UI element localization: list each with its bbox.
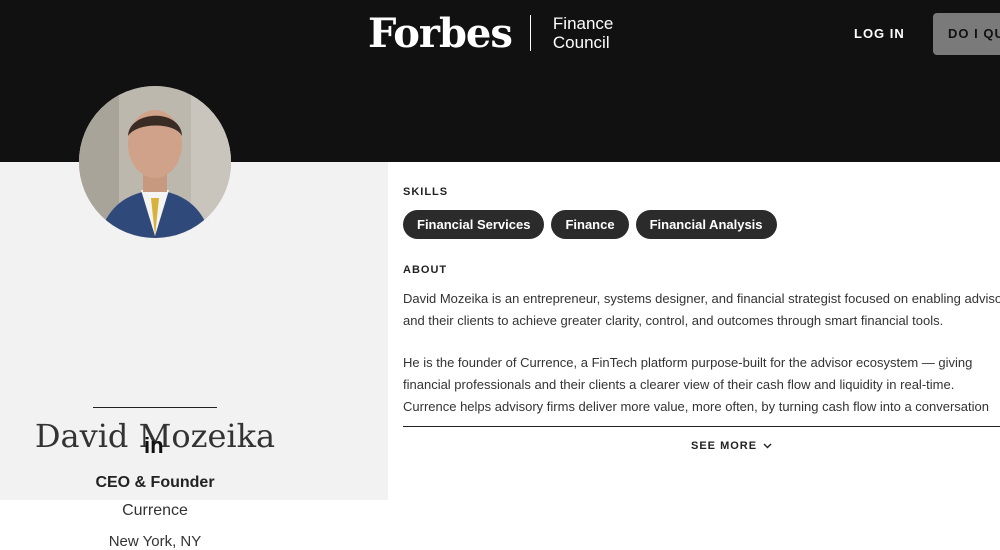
sidebar-divider: [93, 407, 217, 408]
council-line-1: Finance: [552, 14, 614, 33]
skill-pill-financial-services[interactable]: Financial Services: [403, 210, 545, 239]
see-more-label: SEE MORE: [691, 440, 758, 452]
brand-logo[interactable]: Forbes Finance Council: [368, 8, 613, 58]
about-p2-line1: He is the founder of Currence, a FinTech…: [403, 355, 973, 370]
profile-location: New York, NY: [108, 533, 202, 550]
avatar-photo: [79, 86, 231, 238]
about-p1-line2: and their clients to achieve greater cla…: [403, 313, 944, 328]
council-line-2: Council: [552, 33, 610, 52]
avatar: [79, 86, 231, 238]
see-more-button[interactable]: SEE MORE: [691, 440, 772, 452]
login-link[interactable]: LOG IN: [854, 26, 905, 41]
forbes-wordmark: Forbes: [368, 9, 513, 57]
skill-pill-financial-analysis[interactable]: Financial Analysis: [635, 210, 777, 239]
brand-divider: [529, 15, 531, 51]
profile-title: CEO & Founder: [95, 474, 215, 491]
about-divider: [403, 426, 1000, 427]
profile-company: Currence: [122, 502, 188, 519]
about-p2-line3: Currence helps advisory firms deliver mo…: [403, 399, 989, 414]
qualify-button[interactable]: DO I QUALIFY?: [933, 13, 1000, 55]
about-p2-line2: financial professionals and their client…: [403, 377, 955, 392]
chevron-down-icon: [763, 443, 772, 449]
skill-pill-finance[interactable]: Finance: [551, 210, 629, 239]
skills-list: Financial Services Finance Financial Ana…: [403, 210, 777, 239]
about-text: David Mozeika is an entrepreneur, system…: [403, 288, 1000, 438]
about-p1-line1: David Mozeika is an entrepreneur, system…: [403, 291, 1000, 306]
council-name: Finance Council: [553, 14, 613, 52]
about-heading: ABOUT: [403, 264, 448, 276]
skills-heading: SKILLS: [403, 186, 449, 198]
linkedin-icon[interactable]: in: [144, 433, 164, 459]
